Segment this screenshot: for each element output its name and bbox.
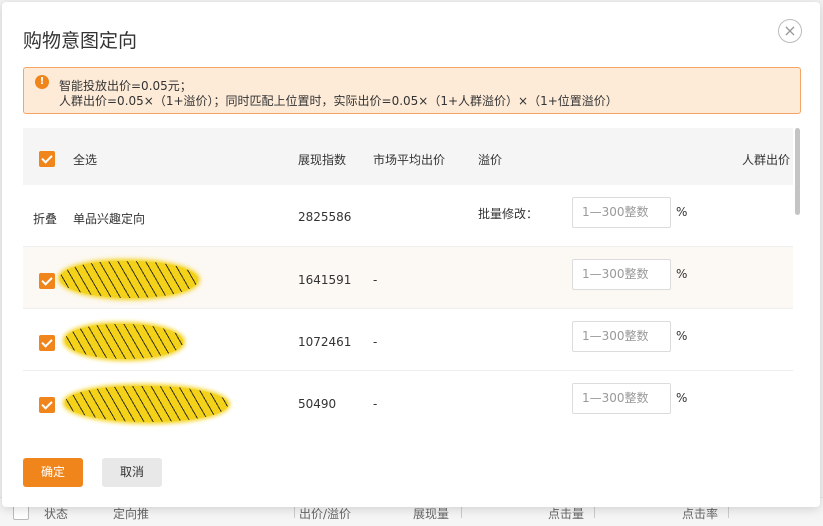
bid-notice: ! 智能投放出价=0.05元； 人群出价=0.05×（1+溢价）；同时匹配上位置… [23, 67, 801, 114]
row-impressions: 50490 [298, 397, 337, 411]
premium-input[interactable]: 1—300整数 [572, 383, 671, 414]
background-col-clicks: 点击量 [548, 507, 585, 521]
redacted-name [65, 324, 183, 359]
premium-input[interactable]: 1—300整数 [572, 259, 671, 290]
table-row: 50490 - 1—300整数 % [23, 371, 793, 432]
header-crowd-bid: 人群出价 [742, 153, 791, 167]
collapse-toggle[interactable]: 折叠 [33, 210, 57, 227]
row-market-avg-bid: - [373, 397, 378, 411]
redacted-name [65, 386, 228, 422]
row-checkbox[interactable] [39, 273, 55, 289]
row-checkbox[interactable] [39, 397, 55, 413]
table-row: 1641591 - 1—300整数 % [23, 247, 793, 309]
notice-line-2: 人群出价=0.05×（1+溢价）；同时匹配上位置时，实际出价=0.05×（1+人… [59, 94, 618, 108]
column-divider [461, 506, 462, 518]
targeting-table: 全选 展现指数 市场平均出价 溢价 人群出价 折叠 单品兴趣定向 2825586… [23, 128, 793, 432]
select-all-checkbox[interactable] [39, 151, 55, 167]
premium-input[interactable]: 1—300整数 [572, 321, 671, 352]
background-col-bid: 出价/溢价 [299, 507, 352, 521]
header-market-avg-bid: 市场平均出价 [373, 153, 446, 167]
group-name: 单品兴趣定向 [73, 212, 146, 226]
background-col-impressions: 展现量 [413, 507, 450, 521]
table-row: 1072461 - 1—300整数 % [23, 309, 793, 371]
background-col-status: 状态 [44, 507, 69, 521]
percent-unit: % [676, 329, 688, 343]
percent-unit: % [676, 267, 688, 281]
row-impressions: 1641591 [298, 273, 352, 287]
table-header: 全选 展现指数 市场平均出价 溢价 人群出价 [23, 128, 793, 185]
row-checkbox[interactable] [39, 335, 55, 351]
close-icon[interactable]: × [778, 19, 802, 43]
dialog-title: 购物意图定向 [23, 30, 138, 52]
cancel-button[interactable]: 取消 [102, 458, 162, 487]
header-impressions: 展现指数 [298, 153, 347, 167]
column-divider [294, 506, 295, 518]
group-impressions: 2825586 [298, 210, 352, 224]
row-impressions: 1072461 [298, 335, 352, 349]
row-market-avg-bid: - [373, 335, 378, 349]
redacted-name [60, 261, 198, 298]
percent-unit: % [676, 391, 688, 405]
group-row: 折叠 单品兴趣定向 2825586 批量修改： 1—300整数 % [23, 185, 793, 247]
targeting-dialog: 购物意图定向 × ! 智能投放出价=0.05元； 人群出价=0.05×（1+溢价… [2, 2, 820, 507]
background-col-targeting: 定向推 [113, 507, 150, 521]
confirm-button[interactable]: 确定 [23, 458, 83, 487]
column-divider [728, 506, 729, 518]
batch-edit-label: 批量修改： [478, 207, 539, 221]
batch-premium-input[interactable]: 1—300整数 [572, 197, 671, 228]
percent-unit: % [676, 205, 688, 219]
table-scrollbar[interactable] [795, 128, 800, 215]
header-premium: 溢价 [478, 153, 503, 167]
column-divider [594, 506, 595, 518]
row-market-avg-bid: - [373, 273, 378, 287]
background-col-ctr: 点击率 [682, 507, 719, 521]
page: 状态 定向推 出价/溢价 展现量 点击量 点击率 购物意图定向 × ! 智能投放… [0, 0, 823, 526]
select-all-label[interactable]: 全选 [73, 151, 97, 168]
warning-icon: ! [35, 75, 49, 89]
